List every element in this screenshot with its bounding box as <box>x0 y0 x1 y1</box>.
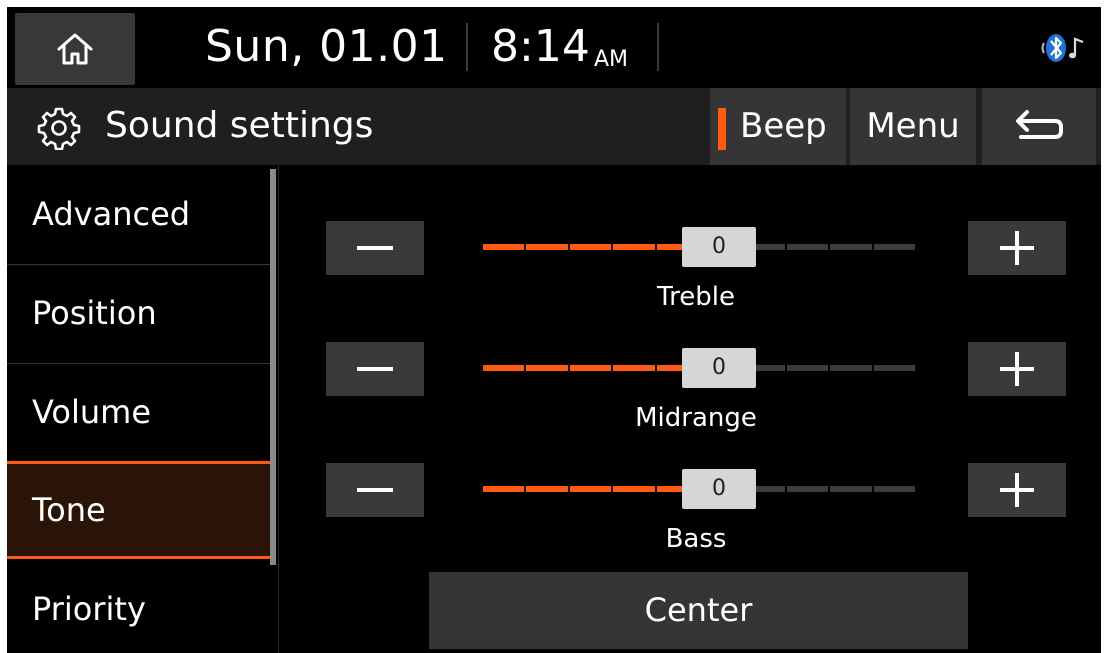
slider-track-empty-segment <box>873 365 915 371</box>
bass-increase-button[interactable] <box>968 463 1066 517</box>
slider-track-filled-segment <box>483 365 525 371</box>
status-separator <box>466 23 468 71</box>
home-button[interactable] <box>15 13 135 85</box>
sidebar-item-tone[interactable]: Tone <box>7 461 270 559</box>
sidebar-item-label: Advanced <box>32 195 191 233</box>
bass-slider-thumb[interactable]: 0 <box>682 469 756 509</box>
sidebar-item-label: Position <box>32 294 157 332</box>
slider-track-filled-segment <box>613 486 655 492</box>
center-button[interactable]: Center <box>429 572 968 649</box>
sidebar-item-label: Volume <box>32 393 152 431</box>
midrange-slider-thumb[interactable]: 0 <box>682 348 756 388</box>
slider-track-empty-segment <box>873 244 915 250</box>
slider-track-filled-segment <box>569 486 612 492</box>
treble-decrease-button[interactable] <box>326 221 424 275</box>
midrange-label: Midrange <box>635 403 757 433</box>
treble-slider-thumb[interactable]: 0 <box>682 227 756 267</box>
slider-track-filled-segment <box>526 244 568 250</box>
slider-track-empty-segment <box>786 244 829 250</box>
plus-icon <box>1000 473 1034 507</box>
slider-track-empty-segment <box>830 486 872 492</box>
sidebar-scrollbar[interactable] <box>270 169 276 565</box>
treble-label: Treble <box>657 282 735 312</box>
slider-track-filled-segment <box>613 365 655 371</box>
content-divider <box>278 165 279 653</box>
plus-icon <box>1000 231 1034 265</box>
bass-decrease-button[interactable] <box>326 463 424 517</box>
slider-track-empty-segment <box>786 365 829 371</box>
bass-slider[interactable]: 0 <box>483 469 915 509</box>
date-display: Sun, 01.01 <box>205 21 448 72</box>
title-bar: Sound settings Beep Menu <box>7 88 1101 165</box>
sidebar-item-advanced[interactable]: Advanced <box>7 165 270 263</box>
slider-track-filled-segment <box>526 486 568 492</box>
minus-icon <box>357 367 393 371</box>
treble-increase-button[interactable] <box>968 221 1066 275</box>
slider-track-filled-segment <box>526 365 568 371</box>
slider-track-filled-segment <box>483 486 525 492</box>
sidebar-item-label: Priority <box>32 590 146 628</box>
back-icon <box>1016 109 1063 139</box>
back-button[interactable] <box>982 88 1096 165</box>
minus-icon <box>357 488 393 492</box>
status-separator <box>657 23 659 71</box>
slider-track-empty-segment <box>873 486 915 492</box>
slider-track-filled-segment <box>569 244 612 250</box>
slider-track-empty-segment <box>830 365 872 371</box>
sidebar: Advanced Position Volume Tone Priority <box>7 165 278 653</box>
midrange-slider[interactable]: 0 <box>483 348 915 388</box>
screen: Sun, 01.01 8:14 AM Sound settings Beep M… <box>7 7 1101 653</box>
sidebar-item-label: Tone <box>32 491 106 529</box>
beep-indicator <box>718 108 726 150</box>
sidebar-item-priority[interactable]: Priority <box>7 560 270 653</box>
slider-track-empty-segment <box>786 486 829 492</box>
sidebar-item-position[interactable]: Position <box>7 264 270 362</box>
slider-track-filled-segment <box>613 244 655 250</box>
home-icon <box>57 33 93 65</box>
plus-icon <box>1000 352 1034 386</box>
ampm-display: AM <box>594 47 629 72</box>
minus-icon <box>357 246 393 250</box>
gear-icon <box>37 107 81 150</box>
bluetooth-audio-icon <box>1041 34 1084 62</box>
midrange-decrease-button[interactable] <box>326 342 424 396</box>
sidebar-item-volume[interactable]: Volume <box>7 363 270 461</box>
beep-button[interactable]: Beep <box>710 88 846 165</box>
status-bar: Sun, 01.01 8:14 AM <box>7 7 1101 88</box>
slider-track-empty-segment <box>830 244 872 250</box>
midrange-increase-button[interactable] <box>968 342 1066 396</box>
menu-button[interactable]: Menu <box>850 88 976 165</box>
bass-label: Bass <box>665 524 727 554</box>
page-title: Sound settings <box>105 105 374 146</box>
beep-label: Beep <box>740 106 827 146</box>
time-display: 8:14 <box>491 21 590 72</box>
treble-slider[interactable]: 0 <box>483 227 915 267</box>
slider-track-filled-segment <box>569 365 612 371</box>
slider-track-filled-segment <box>483 244 525 250</box>
